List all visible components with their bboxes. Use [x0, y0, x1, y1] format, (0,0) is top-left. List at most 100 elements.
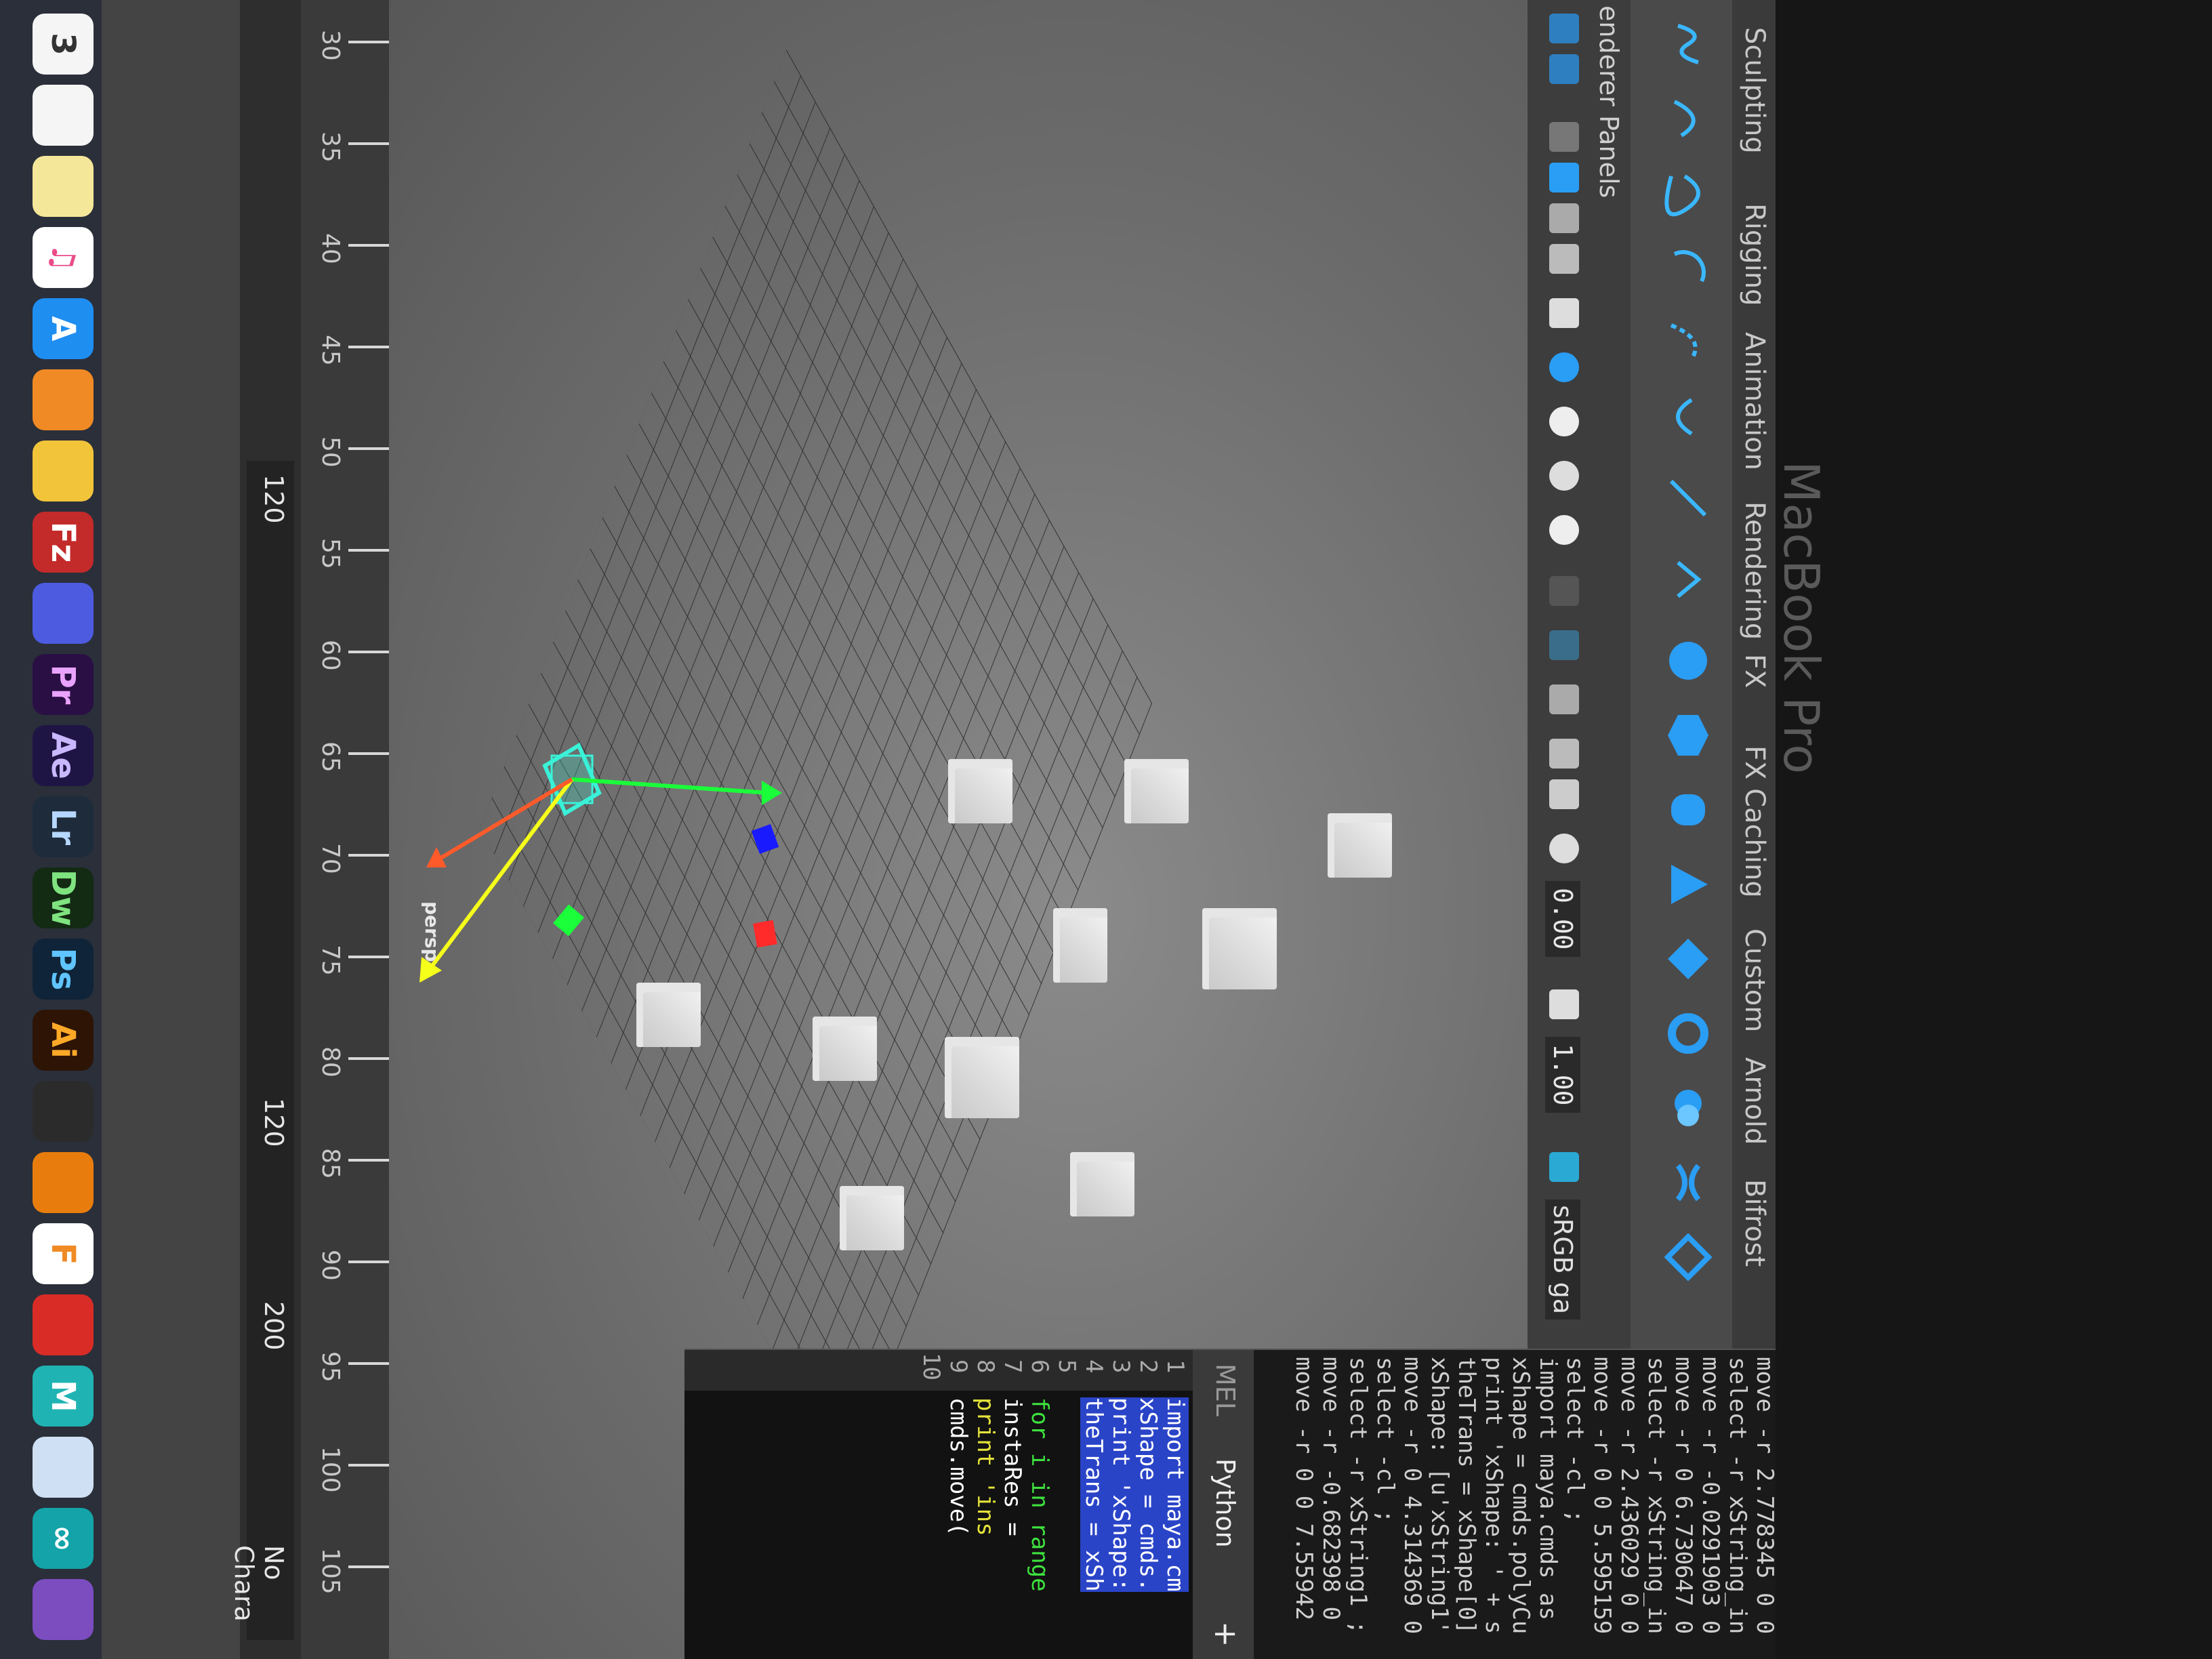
- arduino-icon[interactable]: ∞: [33, 1508, 94, 1569]
- poly-cylinder-icon[interactable]: [1664, 786, 1712, 834]
- wireframe-icon[interactable]: [1549, 122, 1579, 152]
- range-track[interactable]: [247, 461, 294, 1640]
- filezilla-icon[interactable]: Fz: [33, 512, 94, 573]
- cube-object[interactable]: [1124, 759, 1189, 823]
- illustrator-icon[interactable]: Ai: [33, 1010, 94, 1071]
- menu-renderer[interactable]: enderer: [1594, 5, 1624, 106]
- exposure-field[interactable]: 0.00: [1545, 881, 1580, 957]
- tab-bifrost[interactable]: Bifrost: [1739, 1179, 1770, 1267]
- arc-icon[interactable]: [1664, 244, 1712, 291]
- pencil-curve-icon[interactable]: [1664, 319, 1712, 366]
- script-editor[interactable]: move -r 2.778345 0 0 select -r xString_i…: [684, 1349, 1776, 1659]
- itunes-icon[interactable]: ♫: [33, 227, 94, 288]
- tab-python[interactable]: Python: [1210, 1458, 1240, 1548]
- menu-panels[interactable]: Panels: [1594, 115, 1624, 198]
- time-tick: [348, 41, 389, 43]
- cube-object[interactable]: [945, 1037, 1019, 1118]
- app-store-icon[interactable]: A: [33, 298, 94, 359]
- tab-custom[interactable]: Custom: [1739, 928, 1770, 1032]
- bezier-icon[interactable]: [1664, 169, 1712, 217]
- tab-fx[interactable]: FX: [1739, 654, 1770, 688]
- maya-icon[interactable]: M: [33, 1366, 94, 1427]
- field-chart-icon[interactable]: [1549, 739, 1579, 769]
- lights-icon[interactable]: [1549, 244, 1579, 274]
- range-slider[interactable]: 120 120 200 No Chara: [229, 0, 301, 1659]
- combine-icon[interactable]: [1664, 1084, 1712, 1132]
- exposure-icon[interactable]: [1549, 834, 1579, 863]
- acrobat-icon[interactable]: [33, 1294, 94, 1355]
- photoshop-icon[interactable]: Ps: [33, 939, 94, 1000]
- poly-plane-icon[interactable]: [1664, 935, 1712, 983]
- tab-rendering[interactable]: Rendering: [1739, 501, 1770, 640]
- mirror-icon[interactable]: [1664, 1233, 1712, 1281]
- safe-action-icon[interactable]: [1549, 779, 1579, 809]
- animation-end-field[interactable]: 200: [259, 1301, 289, 1351]
- blender-icon[interactable]: [33, 1152, 94, 1213]
- tab-arnold[interactable]: Arnold: [1739, 1057, 1770, 1145]
- cube-object[interactable]: [1202, 908, 1277, 989]
- cyberduck-icon[interactable]: [33, 441, 94, 501]
- poly-sphere-icon[interactable]: [1664, 637, 1712, 684]
- add-tab-button[interactable]: +: [1208, 1621, 1244, 1647]
- separate-icon[interactable]: [1664, 1159, 1712, 1206]
- cube-object[interactable]: [840, 1186, 904, 1250]
- range-end-field[interactable]: 120: [259, 1098, 289, 1147]
- premiere-icon[interactable]: Pr: [33, 654, 94, 715]
- poly-cube-icon[interactable]: [1664, 712, 1712, 759]
- ep-curve-icon[interactable]: [1664, 95, 1712, 142]
- xray-joints-icon[interactable]: [1549, 630, 1579, 660]
- camera-label: persp: [421, 901, 443, 962]
- ibooks-icon[interactable]: [33, 369, 94, 430]
- gradient-app-icon[interactable]: [33, 583, 94, 644]
- time-slider[interactable]: 30 35 40 45 50 55 60 65 70 75 80 85 90 9…: [301, 0, 389, 1659]
- tab-animation[interactable]: Animation: [1739, 332, 1770, 470]
- history-line: move -r 2.436029 0 0: [1616, 1357, 1643, 1635]
- gamma-icon[interactable]: [1549, 989, 1579, 1019]
- fontlab-icon[interactable]: F: [33, 1223, 94, 1284]
- script-editor-icon[interactable]: [33, 156, 94, 217]
- tab-mel[interactable]: MEL: [1210, 1364, 1240, 1416]
- gate-mask-icon[interactable]: [1549, 684, 1579, 714]
- curve-tool-icon[interactable]: [1664, 20, 1712, 68]
- isolate-icon[interactable]: [1549, 515, 1579, 545]
- shadows-icon[interactable]: [1549, 298, 1579, 328]
- xray-icon[interactable]: [1549, 576, 1579, 606]
- calendar-icon[interactable]: 3: [33, 14, 94, 75]
- grid-toggle-icon[interactable]: [1549, 14, 1579, 43]
- cube-app-icon[interactable]: [33, 1437, 94, 1498]
- poly-cone-icon[interactable]: [1664, 861, 1712, 908]
- colorspace-dropdown[interactable]: sRGB ga: [1545, 1200, 1580, 1320]
- lightroom-icon[interactable]: Lr: [33, 796, 94, 857]
- final-cut-icon[interactable]: [33, 1081, 94, 1142]
- curve-edit-icon[interactable]: [1664, 556, 1712, 603]
- cube-object[interactable]: [1070, 1152, 1134, 1216]
- tab-fx-caching[interactable]: FX Caching: [1739, 745, 1770, 898]
- after-effects-icon[interactable]: Ae: [33, 725, 94, 786]
- code-line: cmds.move(: [945, 1397, 972, 1536]
- textured-icon[interactable]: [1549, 203, 1579, 233]
- cube-object[interactable]: [948, 759, 1012, 823]
- cube-object[interactable]: [1328, 813, 1392, 878]
- visual-studio-icon[interactable]: [33, 1579, 94, 1640]
- cube-object[interactable]: [813, 1017, 877, 1081]
- motion-blur-icon[interactable]: [1549, 407, 1579, 436]
- line-tool-icon[interactable]: [1664, 474, 1712, 522]
- tab-sculpting[interactable]: Sculpting: [1739, 27, 1770, 154]
- character-set-dropdown[interactable]: No Chara: [229, 1545, 289, 1659]
- gamma-field[interactable]: 1.00: [1545, 1037, 1580, 1113]
- ao-icon[interactable]: [1549, 352, 1579, 382]
- aa-icon[interactable]: [1549, 461, 1579, 491]
- spline-icon[interactable]: [1664, 393, 1712, 441]
- move-manipulator[interactable]: [389, 705, 782, 1179]
- cube-object[interactable]: [1053, 908, 1107, 983]
- color-management-icon[interactable]: [1549, 1152, 1579, 1182]
- poly-torus-icon[interactable]: [1664, 1010, 1712, 1057]
- script-input-panel[interactable]: 1 2 3 4 5 6 7 8 9 10 import maya.cm xSha…: [684, 1350, 1193, 1659]
- dreamweaver-icon[interactable]: Dw: [33, 867, 94, 928]
- smooth-shade-icon[interactable]: [1549, 163, 1579, 192]
- notes-icon[interactable]: [33, 85, 94, 146]
- camera-icon[interactable]: [1549, 54, 1579, 84]
- tab-rigging[interactable]: Rigging: [1739, 203, 1770, 306]
- range-start-field[interactable]: 120: [259, 474, 289, 524]
- time-tick: [348, 854, 389, 857]
